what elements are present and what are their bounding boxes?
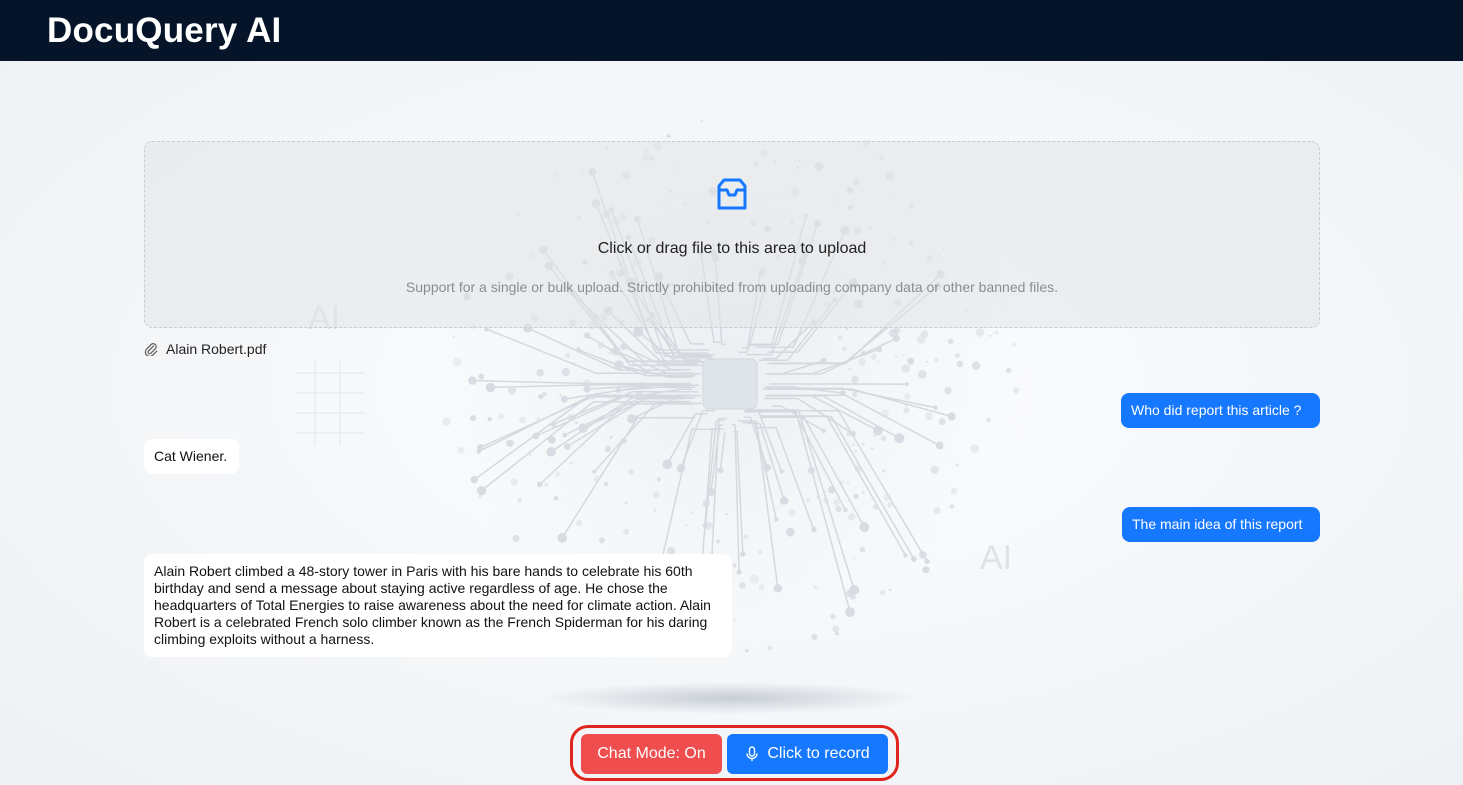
uploaded-file-item[interactable]: Alain Robert.pdf	[144, 338, 266, 360]
ai-watermark-right: AI	[980, 539, 1013, 577]
upload-title: Click or drag file to this area to uploa…	[597, 240, 867, 257]
record-button[interactable]: Click to record	[727, 734, 888, 774]
user-message: Who did report this article ?	[1121, 393, 1320, 428]
assistant-message: Cat Wiener.	[144, 439, 239, 474]
inbox-icon	[717, 178, 747, 210]
paperclip-icon	[144, 343, 158, 356]
main-area: AI AI Click or drag file to this area to…	[0, 61, 1463, 785]
microphone-icon	[746, 746, 759, 761]
chat-mode-label: Chat Mode: On	[597, 745, 706, 762]
app-header: DocuQuery AI	[0, 0, 1463, 61]
upload-dropzone[interactable]: Click or drag file to this area to uploa…	[144, 141, 1320, 328]
user-message: The main idea of this report	[1122, 507, 1320, 542]
chat-mode-toggle-button[interactable]: Chat Mode: On	[581, 734, 722, 774]
upload-hint: Support for a single or bulk upload. Str…	[405, 279, 1059, 295]
uploaded-file-name: Alain Robert.pdf	[166, 341, 267, 357]
record-label: Click to record	[767, 745, 870, 762]
app-title: DocuQuery AI	[47, 10, 282, 50]
assistant-message: Alain Robert climbed a 48-story tower in…	[144, 554, 732, 657]
